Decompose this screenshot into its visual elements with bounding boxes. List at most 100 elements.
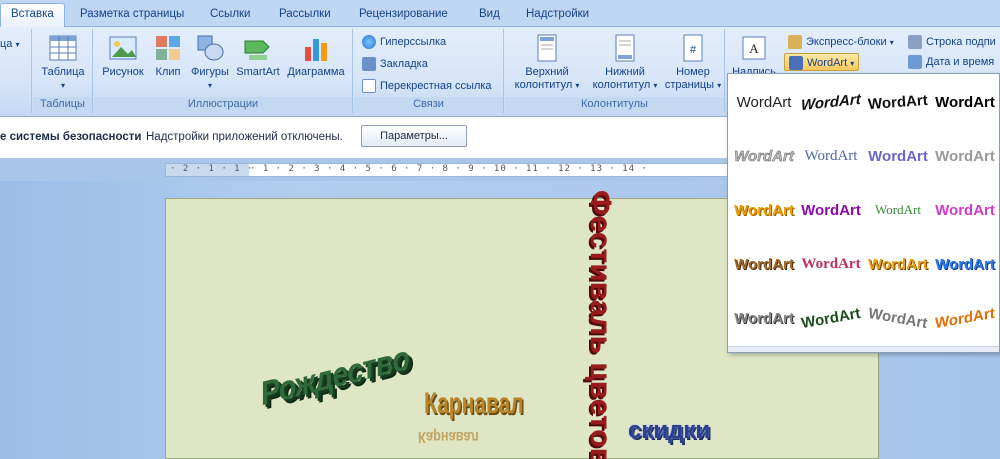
wordart-style-17[interactable]: WordArt bbox=[732, 294, 796, 342]
calendar-icon bbox=[908, 55, 922, 70]
tab-addins[interactable]: Надстройки bbox=[516, 4, 599, 27]
wordart-style-11[interactable]: WordArt bbox=[866, 186, 930, 234]
picture-button[interactable]: Рисунок bbox=[98, 33, 148, 79]
wordart-style-sample: WordArt bbox=[801, 90, 861, 114]
clip-label: Клип bbox=[155, 66, 181, 78]
table-icon bbox=[48, 33, 78, 63]
ribbon-tabs: Вставка Разметка страницы Ссылки Рассылк… bbox=[0, 0, 1000, 28]
wordart-style-sample: WordArt bbox=[935, 147, 995, 165]
wordart-style-20[interactable]: WordArt bbox=[933, 294, 997, 342]
wordart-flower-festival[interactable]: Фестиваль цветов bbox=[583, 190, 617, 459]
wordart-style-3[interactable]: WordArt bbox=[866, 78, 930, 126]
wordart-icon bbox=[789, 56, 803, 71]
tab-view[interactable]: Вид bbox=[469, 4, 510, 27]
gallery-footer bbox=[728, 346, 999, 352]
wordart-discounts[interactable]: скидки bbox=[628, 417, 710, 445]
wordart-style-sample: WordArt bbox=[935, 304, 995, 332]
wordart-style-10[interactable]: WordArt bbox=[799, 186, 863, 234]
wordart-carnival[interactable]: Карнавал bbox=[424, 387, 524, 421]
smartart-button[interactable]: SmartArt bbox=[234, 33, 282, 79]
quickparts-icon bbox=[788, 35, 802, 50]
bookmark-icon bbox=[362, 57, 376, 72]
quickparts-button[interactable]: Экспресс-блоки ▾ bbox=[788, 33, 894, 51]
wordart-style-sample: WordArt bbox=[867, 91, 929, 113]
wordart-style-14[interactable]: WordArt bbox=[799, 240, 863, 288]
group-illustrations: Рисунок Клип Фигуры ▾ SmartArt Диаграмма… bbox=[94, 29, 353, 113]
wordart-style-sample: WordArt bbox=[800, 304, 862, 332]
shapes-icon bbox=[195, 33, 225, 63]
wordart-style-18[interactable]: WordArt bbox=[799, 294, 863, 342]
header-button[interactable]: Верхний колонтитул ▾ bbox=[509, 33, 585, 92]
picture-label: Рисунок bbox=[102, 66, 144, 78]
wordart-style-sample: WordArt bbox=[734, 201, 794, 219]
clip-button[interactable]: Клип bbox=[150, 33, 186, 79]
wordart-style-16[interactable]: WordArt bbox=[933, 240, 997, 288]
svg-text:A: A bbox=[749, 41, 759, 56]
chevron-down-icon: ▾ bbox=[207, 81, 212, 90]
wordart-style-sample: WordArt bbox=[868, 255, 928, 273]
wordart-style-sample: WordArt bbox=[868, 147, 928, 165]
footer-label-1: Нижний bbox=[605, 66, 645, 78]
header-page-icon bbox=[532, 33, 562, 63]
group-label-tables: Таблицы bbox=[33, 97, 92, 111]
addins-disabled-text: Надстройки приложений отключены. bbox=[146, 131, 343, 143]
horizontal-ruler[interactable]: · 2 · 1 · 1 · · 1 · 2 · 3 · 4 · 5 · 6 · … bbox=[165, 163, 730, 177]
tab-mailings[interactable]: Рассылки bbox=[269, 4, 341, 27]
page-number-label-1: Номер bbox=[676, 66, 710, 78]
datetime-button[interactable]: Дата и время bbox=[908, 53, 994, 71]
shapes-label: Фигуры bbox=[191, 66, 229, 78]
security-warning-text: е системы безопасности bbox=[0, 131, 142, 143]
page-number-button[interactable]: # Номер страницы ▾ bbox=[663, 33, 723, 92]
smartart-label: SmartArt bbox=[236, 66, 280, 78]
page-number-label-2: страницы bbox=[664, 79, 715, 91]
wordart-christmas[interactable]: Рождество bbox=[261, 339, 409, 415]
chevron-down-icon: ▾ bbox=[575, 81, 580, 90]
crossref-icon bbox=[362, 79, 376, 94]
signature-line-button[interactable]: Строка подпи bbox=[908, 33, 996, 51]
wordart-style-sample: WordArt bbox=[935, 201, 995, 219]
wordart-style-15[interactable]: WordArt bbox=[866, 240, 930, 288]
hyperlink-button[interactable]: Гиперссылка bbox=[362, 33, 446, 51]
tab-insert[interactable]: Вставка bbox=[0, 3, 65, 28]
wordart-style-sample: WordArt bbox=[801, 255, 861, 272]
wordart-style-1[interactable]: WordArt bbox=[732, 78, 796, 126]
footer-button[interactable]: Нижний колонтитул ▾ bbox=[587, 33, 663, 92]
wordart-carnival-reflection: Карнавал bbox=[418, 428, 479, 445]
shapes-button[interactable]: Фигуры ▾ bbox=[188, 33, 232, 92]
header-label-1: Верхний bbox=[525, 66, 569, 78]
wordart-button[interactable]: WordArt ▾ bbox=[784, 53, 860, 71]
table-button[interactable]: Таблица ▾ bbox=[39, 33, 87, 92]
footer-label-2: колонтитул bbox=[592, 79, 651, 91]
chevron-down-icon: ▾ bbox=[717, 81, 722, 90]
tab-references[interactable]: Ссылки bbox=[200, 4, 261, 27]
wordart-style-6[interactable]: WordArt bbox=[799, 132, 863, 180]
wordart-style-9[interactable]: WordArt bbox=[732, 186, 796, 234]
partial-button[interactable]: ца ▾ bbox=[0, 35, 20, 53]
crossref-button[interactable]: Перекрестная ссылка bbox=[362, 77, 492, 95]
wordart-style-7[interactable]: WordArt bbox=[866, 132, 930, 180]
globe-link-icon bbox=[362, 35, 376, 50]
tab-review[interactable]: Рецензирование bbox=[349, 4, 458, 27]
chart-button[interactable]: Диаграмма bbox=[284, 33, 348, 79]
options-button[interactable]: Параметры... bbox=[361, 125, 467, 147]
clipart-icon bbox=[153, 33, 183, 63]
bar-chart-icon bbox=[301, 33, 331, 63]
wordart-style-sample: WordArt bbox=[935, 255, 995, 273]
wordart-style-19[interactable]: WordArt bbox=[866, 294, 930, 342]
wordart-style-sample: WordArt bbox=[804, 147, 858, 164]
wordart-style-8[interactable]: WordArt bbox=[933, 132, 997, 180]
wordart-style-13[interactable]: WordArt bbox=[732, 240, 796, 288]
wordart-style-sample: WordArt bbox=[736, 93, 792, 111]
chevron-down-icon: ▾ bbox=[60, 81, 65, 90]
wordart-style-2[interactable]: WordArt bbox=[799, 78, 863, 126]
group-tables: Таблица ▾ Таблицы bbox=[33, 29, 93, 113]
picture-icon bbox=[108, 33, 138, 63]
wordart-style-12[interactable]: WordArt bbox=[933, 186, 997, 234]
group-label-links: Связи bbox=[354, 97, 503, 111]
bookmark-button[interactable]: Закладка bbox=[362, 55, 428, 73]
tab-page-layout[interactable]: Разметка страницы bbox=[70, 4, 194, 27]
wordart-style-5[interactable]: WordArt bbox=[732, 132, 796, 180]
wordart-style-4[interactable]: WordArt bbox=[933, 78, 997, 126]
chevron-down-icon: ▾ bbox=[653, 81, 658, 90]
signature-icon bbox=[908, 35, 922, 50]
